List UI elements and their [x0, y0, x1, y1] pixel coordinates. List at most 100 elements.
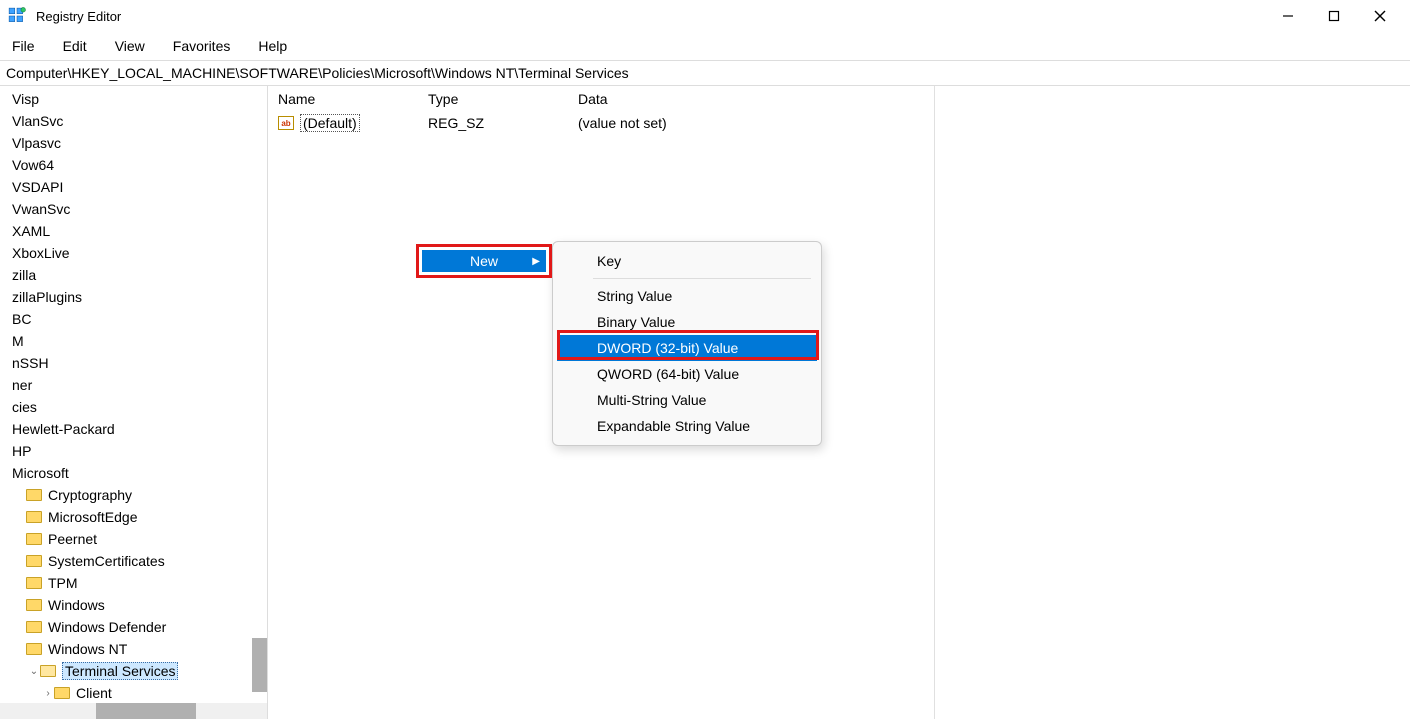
tree-item-label: Microsoft — [12, 465, 69, 481]
tree-pane: Visp VlanSvc Vlpasvc Vow64 VSDAPI VwanSvc XAML… — [0, 86, 268, 719]
tree-item[interactable]: Hewlett-Packard — [0, 418, 267, 440]
menu-help[interactable]: Help — [254, 36, 291, 56]
folder-icon — [26, 643, 42, 655]
context-submenu-item[interactable]: String Value — [557, 283, 817, 309]
vertical-scrollbar-thumb[interactable] — [252, 638, 267, 692]
value-row[interactable]: ab(Default)REG_SZ(value not set) — [268, 112, 1410, 134]
menu-file[interactable]: File — [8, 36, 39, 56]
tree-item[interactable]: ⌄ Terminal Services — [0, 660, 267, 682]
window-title: Registry Editor — [36, 9, 121, 24]
tree-item-label: VSDAPI — [12, 179, 63, 195]
tree-item-label: XboxLive — [12, 245, 70, 261]
folder-icon — [26, 555, 42, 567]
horizontal-scrollbar-thumb[interactable] — [96, 703, 196, 719]
tree-item[interactable]: XAML — [0, 220, 267, 242]
tree-item-label: Windows Defender — [48, 619, 166, 635]
folder-icon — [26, 511, 42, 523]
tree-item[interactable]: Cryptography — [0, 484, 267, 506]
menu-bar: File Edit View Favorites Help — [0, 32, 1410, 60]
minimize-button[interactable] — [1280, 8, 1296, 24]
tree-item-label: Cryptography — [48, 487, 132, 503]
context-submenu-item[interactable]: QWORD (64-bit) Value — [557, 361, 817, 387]
values-divider — [934, 86, 935, 719]
tree-item-label: Terminal Services — [62, 662, 178, 680]
context-submenu-item[interactable]: Key — [557, 248, 817, 274]
title-bar: Registry Editor — [0, 0, 1410, 32]
tree-item[interactable]: ›Client — [0, 682, 267, 704]
tree-item-label: Visp — [12, 91, 39, 107]
tree-item[interactable]: BC — [0, 308, 267, 330]
context-menu-new-label: New — [470, 253, 498, 269]
tree-item-label: Vow64 — [12, 157, 54, 173]
address-text: Computer\HKEY_LOCAL_MACHINE\SOFTWARE\Pol… — [6, 65, 629, 81]
maximize-button[interactable] — [1326, 8, 1342, 24]
tree-item-label: M — [12, 333, 24, 349]
chevron-right-icon[interactable]: › — [42, 688, 54, 699]
tree-item[interactable]: Microsoft — [0, 462, 267, 484]
tree-item[interactable]: SystemCertificates — [0, 550, 267, 572]
tree-item[interactable]: Windows NT — [0, 638, 267, 660]
tree-item-label: HP — [12, 443, 31, 459]
tree-item[interactable]: ner — [0, 374, 267, 396]
close-button[interactable] — [1372, 8, 1388, 24]
tree-content: Visp VlanSvc Vlpasvc Vow64 VSDAPI VwanSvc XAML… — [0, 86, 267, 704]
tree-item-label: Peernet — [48, 531, 97, 547]
context-submenu-new: Key String ValueBinary ValueDWORD (32-bit… — [552, 241, 822, 446]
tree-item[interactable]: Windows — [0, 594, 267, 616]
folder-icon — [40, 665, 56, 677]
context-submenu-item[interactable]: DWORD (32-bit) Value — [557, 335, 817, 361]
folder-icon — [26, 599, 42, 611]
tree-item-label: XAML — [12, 223, 50, 239]
tree-item[interactable]: VlanSvc — [0, 110, 267, 132]
tree-item-label: VlanSvc — [12, 113, 63, 129]
tree-item[interactable]: M — [0, 330, 267, 352]
tree-item-label: nSSH — [12, 355, 49, 371]
folder-icon — [26, 489, 42, 501]
tree-item[interactable]: zillaPlugins — [0, 286, 267, 308]
tree-item[interactable]: zilla — [0, 264, 267, 286]
value-name: (Default) — [300, 114, 360, 132]
context-menu-new-highlight: New ▶ — [416, 244, 552, 278]
menu-favorites[interactable]: Favorites — [169, 36, 235, 56]
context-submenu-item[interactable]: Multi-String Value — [557, 387, 817, 413]
regedit-icon — [8, 7, 26, 25]
column-name[interactable]: Name — [278, 91, 428, 107]
horizontal-scrollbar[interactable] — [0, 703, 267, 719]
tree-item[interactable]: XboxLive — [0, 242, 267, 264]
tree-item-label: Hewlett-Packard — [12, 421, 115, 437]
address-bar[interactable]: Computer\HKEY_LOCAL_MACHINE\SOFTWARE\Pol… — [0, 60, 1410, 86]
values-list: ab(Default)REG_SZ(value not set) — [268, 112, 1410, 134]
tree-item-label: MicrosoftEdge — [48, 509, 137, 525]
tree-item-label: TPM — [48, 575, 78, 591]
tree-item-label: Windows — [48, 597, 105, 613]
column-headers: Name Type Data — [268, 86, 1410, 112]
context-submenu-item[interactable]: Expandable String Value — [557, 413, 817, 439]
context-submenu-item[interactable]: Binary Value — [557, 309, 817, 335]
tree-item[interactable]: HP — [0, 440, 267, 462]
tree-item[interactable]: Vow64 — [0, 154, 267, 176]
tree-item-label: VwanSvc — [12, 201, 70, 217]
context-menu-item-new[interactable]: New ▶ — [422, 250, 546, 272]
folder-icon — [54, 687, 70, 699]
tree-item[interactable]: Windows Defender — [0, 616, 267, 638]
tree-item[interactable]: nSSH — [0, 352, 267, 374]
tree-item[interactable]: Peernet — [0, 528, 267, 550]
tree-item[interactable]: Vlpasvc — [0, 132, 267, 154]
tree-item[interactable]: Visp — [0, 88, 267, 110]
column-data[interactable]: Data — [578, 91, 1410, 107]
tree-item[interactable]: TPM — [0, 572, 267, 594]
chevron-down-icon[interactable]: ⌄ — [28, 666, 40, 677]
context-menu-separator — [593, 278, 811, 279]
value-type: REG_SZ — [428, 115, 578, 131]
menu-view[interactable]: View — [111, 36, 149, 56]
tree-item-label: Vlpasvc — [12, 135, 61, 151]
menu-edit[interactable]: Edit — [59, 36, 91, 56]
tree-item[interactable]: VSDAPI — [0, 176, 267, 198]
tree-item-label: cies — [12, 399, 37, 415]
column-type[interactable]: Type — [428, 91, 578, 107]
tree-item[interactable]: cies — [0, 396, 267, 418]
tree-item[interactable]: MicrosoftEdge — [0, 506, 267, 528]
tree-item[interactable]: VwanSvc — [0, 198, 267, 220]
folder-icon — [26, 533, 42, 545]
values-pane: Name Type Data ab(Default)REG_SZ(value n… — [268, 86, 1410, 719]
